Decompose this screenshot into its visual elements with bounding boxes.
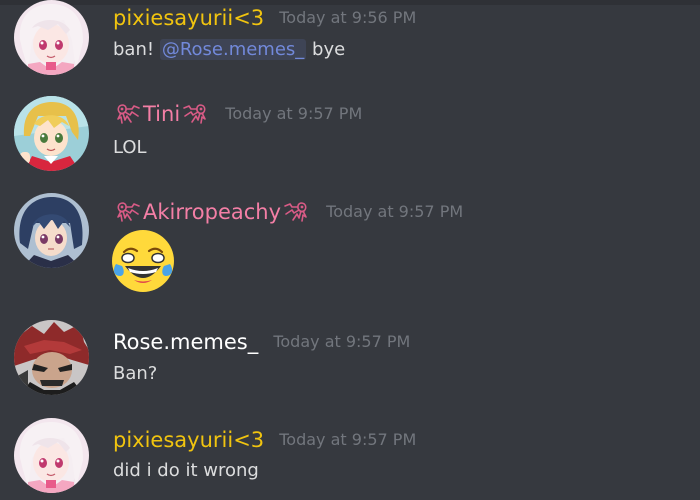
username[interactable]: Rose.memes_ — [113, 329, 258, 355]
username[interactable]: Akirropeachy — [143, 199, 281, 225]
anime-girl-pink-avatar-icon — [14, 0, 89, 75]
message-header: pixiesayurii<3 Today at 9:56 PM — [113, 4, 416, 31]
avatar[interactable] — [14, 0, 89, 75]
username[interactable]: Tini — [143, 101, 180, 127]
anime-boy-red-hair-avatar-icon — [14, 320, 89, 395]
message-text: bye — [306, 39, 346, 60]
squid-icon — [114, 200, 142, 224]
message-text: did i do it wrong — [113, 460, 259, 481]
chat-message-list: pixiesayurii<3 Today at 9:56 PM ban! @Ro… — [0, 0, 700, 500]
message-header: Akirropeachy Today at 9:57 PM — [113, 198, 463, 225]
timestamp: Today at 9:57 PM — [225, 103, 363, 123]
username[interactable]: pixiesayurii<3 — [113, 427, 264, 453]
message-header: pixiesayurii<3 Today at 9:57 PM — [113, 426, 416, 453]
message-content: ban! @Rose.memes_ bye — [113, 38, 345, 62]
squid-icon — [114, 102, 142, 126]
anime-girl-blue-hair-avatar-icon — [14, 193, 89, 268]
squid-icon — [282, 200, 310, 224]
timestamp: Today at 9:56 PM — [279, 7, 417, 27]
anime-girl-blonde-avatar-icon — [14, 96, 89, 171]
message-text: ban! — [113, 39, 160, 60]
message-header: Rose.memes_ Today at 9:57 PM — [113, 328, 410, 355]
avatar[interactable] — [14, 193, 89, 268]
user-mention[interactable]: @Rose.memes_ — [159, 39, 307, 60]
timestamp: Today at 9:57 PM — [273, 331, 411, 351]
timestamp: Today at 9:57 PM — [279, 429, 417, 449]
avatar[interactable] — [14, 320, 89, 395]
message-text: Ban? — [113, 363, 158, 384]
squid-icon — [181, 102, 209, 126]
anime-girl-pink-avatar-icon — [14, 418, 89, 493]
avatar[interactable] — [14, 418, 89, 493]
username[interactable]: pixiesayurii<3 — [113, 5, 264, 31]
message-text: LOL — [113, 137, 147, 158]
message-header: Tini Today at 9:57 PM — [113, 100, 362, 127]
timestamp: Today at 9:57 PM — [326, 201, 464, 221]
joy-emoji-icon[interactable] — [110, 228, 176, 294]
avatar[interactable] — [14, 96, 89, 171]
